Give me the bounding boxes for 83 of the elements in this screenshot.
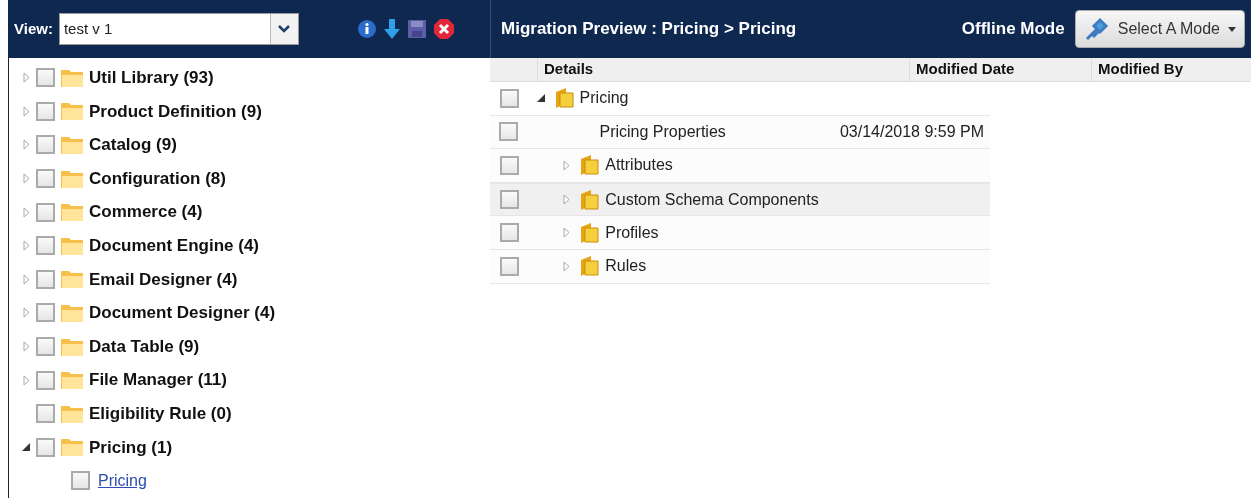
checkbox[interactable] bbox=[36, 404, 55, 424]
plug-icon bbox=[1083, 16, 1110, 42]
chevron-down-icon bbox=[278, 25, 291, 33]
checkbox[interactable] bbox=[36, 202, 55, 222]
tree-item[interactable]: Product Definition (9) bbox=[89, 98, 262, 125]
folder-icon bbox=[60, 302, 84, 323]
tree-item[interactable]: Configuration (8) bbox=[89, 165, 226, 192]
column-header[interactable]: Modified Date bbox=[910, 58, 1092, 81]
tree-item[interactable]: Document Designer (4) bbox=[89, 300, 276, 326]
checkbox[interactable] bbox=[499, 122, 519, 142]
expand-triangle-icon[interactable] bbox=[562, 194, 570, 206]
expand-triangle-icon[interactable] bbox=[22, 240, 30, 252]
tree-item[interactable]: Document Engine (4) bbox=[89, 233, 259, 259]
tree-item[interactable]: Commerce (4) bbox=[89, 199, 203, 225]
tree-item[interactable]: Pricing (1) bbox=[89, 434, 173, 461]
column-header[interactable]: Modified By bbox=[1092, 58, 1251, 81]
checkbox[interactable] bbox=[71, 471, 90, 491]
folder-icon bbox=[60, 370, 84, 391]
close-icon[interactable] bbox=[432, 18, 455, 40]
mode-label: Offline Mode bbox=[961, 18, 1065, 41]
expand-triangle-icon[interactable] bbox=[22, 341, 30, 353]
checkbox[interactable] bbox=[500, 88, 520, 108]
checkbox[interactable] bbox=[36, 269, 55, 289]
checkbox[interactable] bbox=[36, 135, 55, 155]
details-cell-text: Pricing bbox=[579, 88, 629, 109]
view-label: View: bbox=[14, 18, 53, 39]
expand-triangle-icon[interactable] bbox=[22, 374, 30, 386]
folder-icon bbox=[60, 437, 84, 458]
info-icon[interactable] bbox=[356, 19, 377, 39]
collapse-triangle-icon[interactable] bbox=[536, 94, 545, 103]
checkbox[interactable] bbox=[500, 190, 520, 210]
save-icon[interactable] bbox=[406, 19, 427, 39]
folder-icon bbox=[60, 269, 84, 290]
checkbox[interactable] bbox=[36, 236, 55, 256]
tree-item[interactable]: Data Table (9) bbox=[89, 333, 200, 360]
checkbox[interactable] bbox=[36, 303, 55, 323]
expand-triangle-icon[interactable] bbox=[22, 105, 30, 117]
folder-icon bbox=[60, 101, 84, 122]
folder-icon bbox=[60, 135, 84, 155]
caret-icon bbox=[1228, 26, 1236, 32]
select-mode-button[interactable]: Select A Mode bbox=[1074, 10, 1245, 48]
folder-icon bbox=[60, 168, 84, 189]
checkbox[interactable] bbox=[500, 223, 520, 243]
tree-item[interactable]: File Manager (11) bbox=[89, 367, 227, 393]
details-cell-text: Custom Schema Components bbox=[605, 189, 819, 210]
details-cell-text: Profiles bbox=[605, 222, 659, 243]
expand-triangle-icon[interactable] bbox=[562, 160, 570, 171]
details-cell-text: Rules bbox=[605, 256, 647, 277]
date-cell: 03/14/2018 9:59 PM bbox=[839, 122, 984, 140]
checkbox[interactable] bbox=[36, 169, 55, 189]
expand-triangle-icon[interactable] bbox=[22, 72, 30, 84]
checkbox[interactable] bbox=[36, 337, 55, 357]
checkbox[interactable] bbox=[500, 256, 520, 276]
folder-icon bbox=[60, 235, 84, 256]
column-header[interactable]: Details bbox=[538, 58, 910, 81]
expand-triangle-icon[interactable] bbox=[22, 139, 30, 151]
expand-triangle-icon[interactable] bbox=[22, 173, 30, 185]
collapse-triangle-icon[interactable] bbox=[22, 443, 30, 452]
expand-triangle-icon[interactable] bbox=[562, 227, 570, 239]
folder-icon bbox=[60, 202, 84, 223]
folder-icon bbox=[60, 336, 84, 357]
details-cell-text: Pricing Properties bbox=[599, 121, 726, 142]
tree-link[interactable]: Pricing bbox=[98, 468, 147, 493]
grid-row[interactable]: Custom Schema Components bbox=[490, 182, 990, 217]
tree-item[interactable]: Util Library (93) bbox=[89, 65, 214, 91]
checkbox[interactable] bbox=[36, 370, 55, 390]
expand-triangle-icon[interactable] bbox=[22, 307, 30, 319]
checkbox[interactable] bbox=[36, 68, 55, 88]
details-cell-text: Attributes bbox=[605, 155, 673, 176]
expand-triangle-icon[interactable] bbox=[562, 260, 570, 272]
checkbox[interactable] bbox=[36, 437, 55, 457]
expand-triangle-icon[interactable] bbox=[22, 206, 30, 218]
tree-item[interactable]: Catalog (9) bbox=[89, 132, 177, 158]
folder-icon bbox=[60, 67, 84, 88]
checkbox[interactable] bbox=[36, 101, 55, 121]
checkbox[interactable] bbox=[500, 156, 520, 175]
view-dropdown[interactable]: test v 1 bbox=[58, 13, 299, 45]
folder-icon bbox=[60, 403, 84, 424]
download-arrow-icon[interactable] bbox=[382, 18, 401, 40]
tree-item[interactable]: Eligibility Rule (0) bbox=[89, 401, 232, 427]
preview-title: Migration Preview : Pricing > Pricing bbox=[501, 18, 797, 41]
expand-triangle-icon[interactable] bbox=[22, 273, 30, 285]
tree-item[interactable]: Email Designer (4) bbox=[89, 266, 238, 293]
